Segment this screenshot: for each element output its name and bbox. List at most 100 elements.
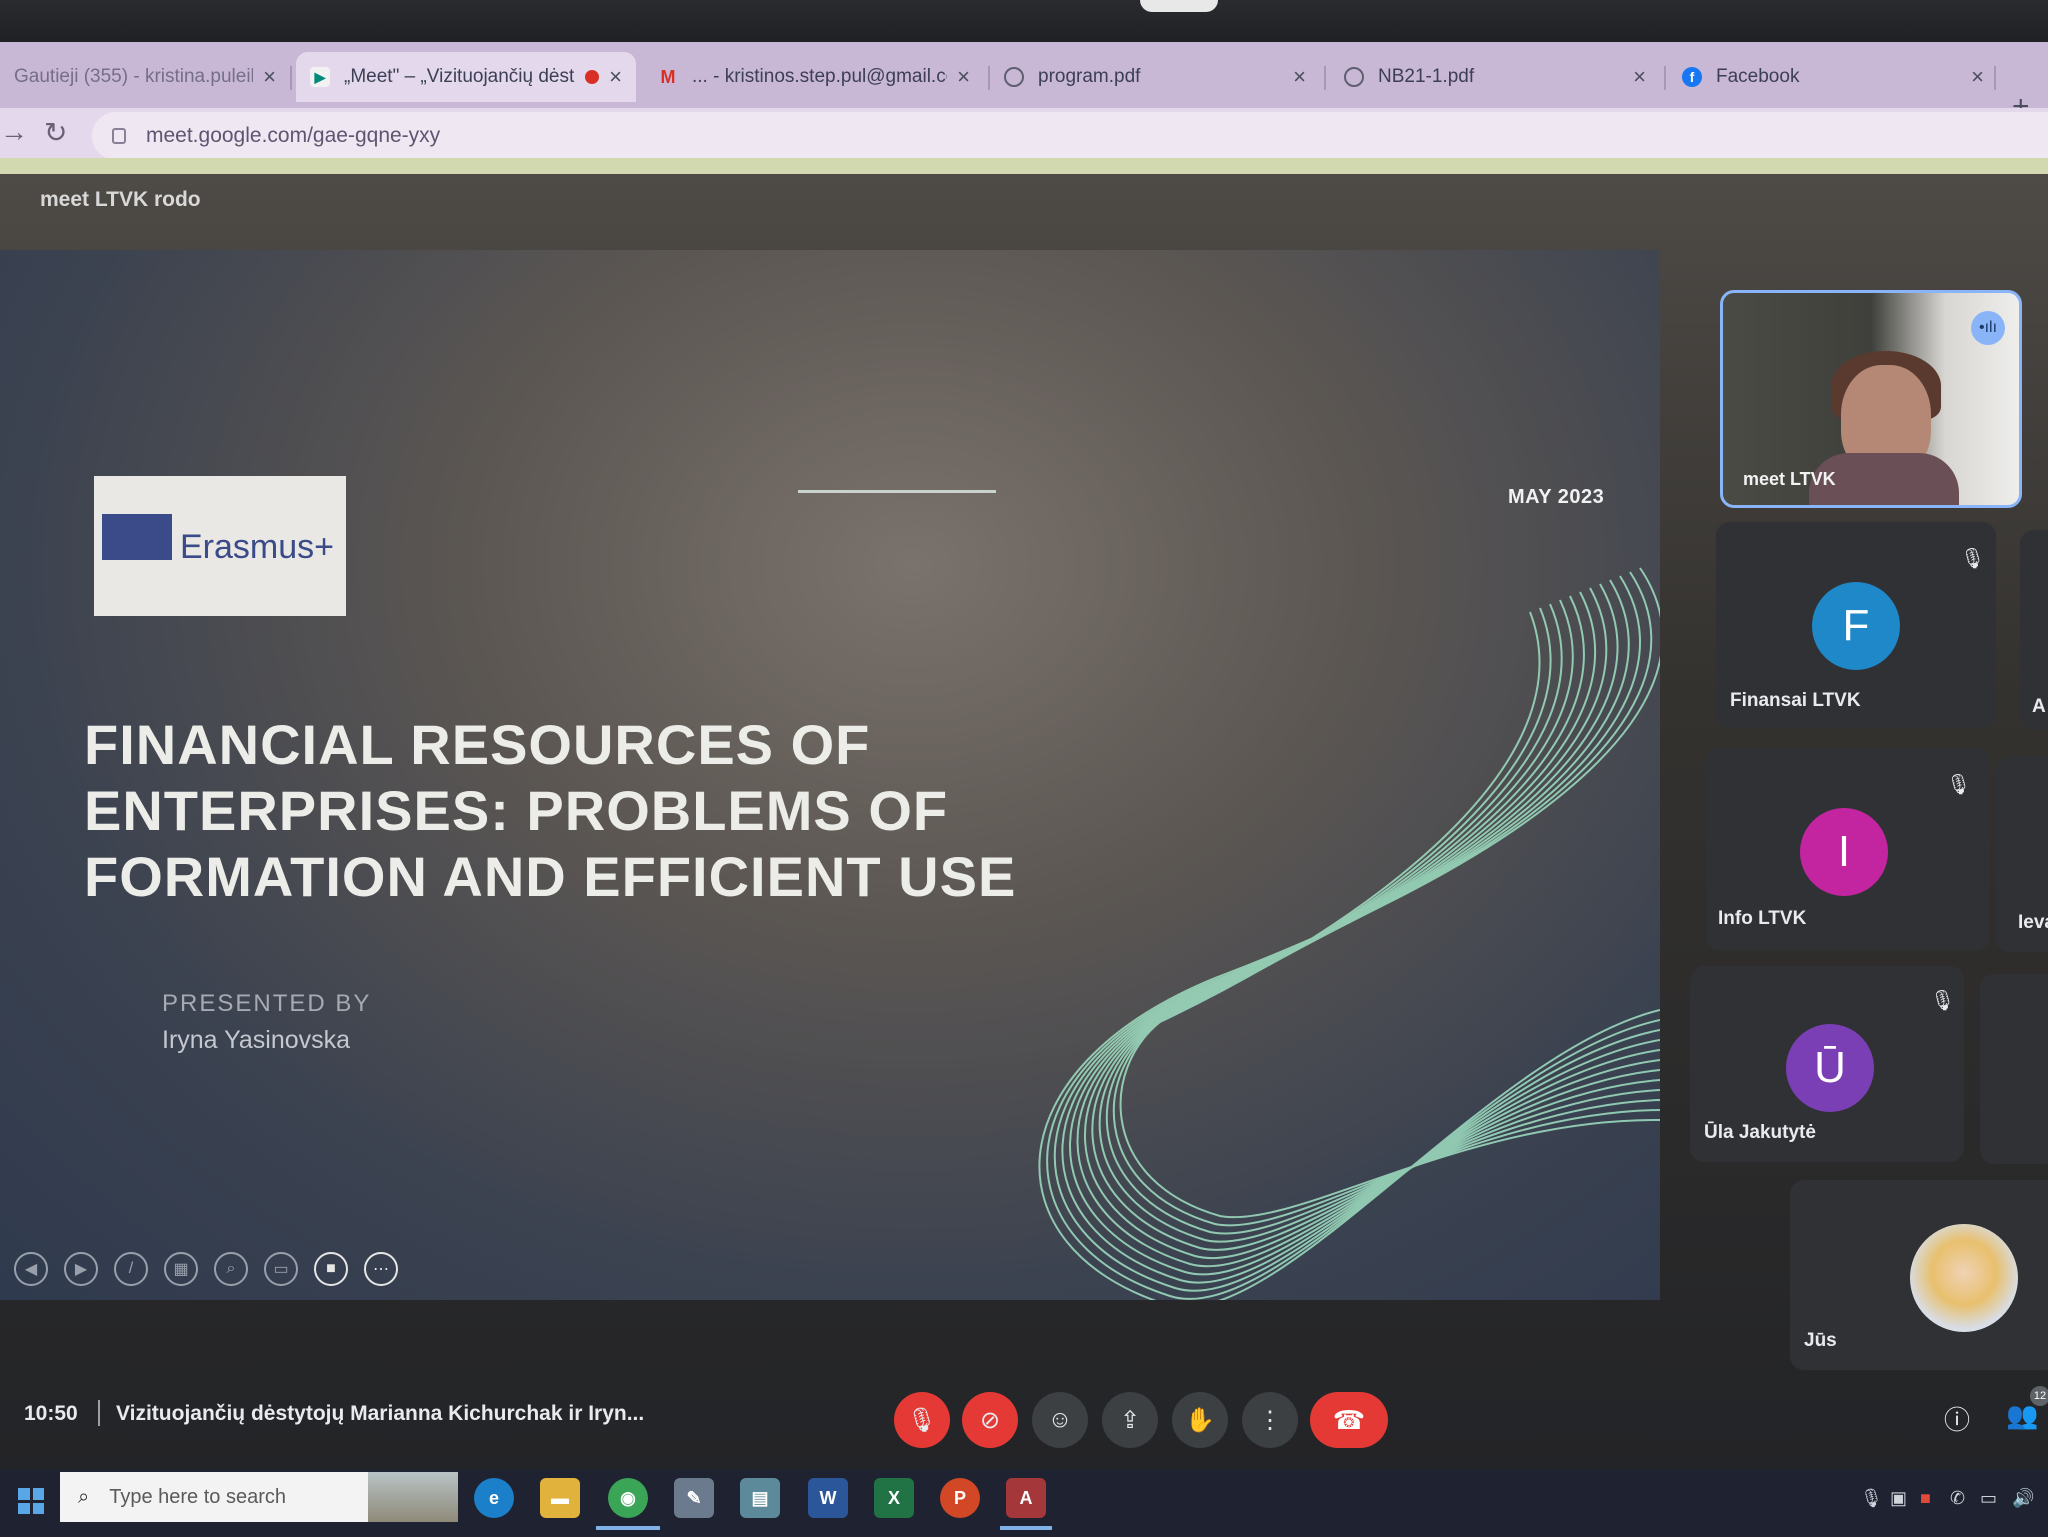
more-options-button[interactable]: ⋮ [1242,1392,1298,1448]
tab-facebook[interactable]: f Facebook × [1668,52,1998,102]
tab-label: Facebook [1716,66,1800,87]
mic-off-icon: 🎙 [1960,548,1986,570]
participant-name: A [2032,696,2046,717]
address-bar[interactable]: meet.google.com/gae-gqne-yxy [92,112,2048,160]
participant-tile-partial[interactable] [1980,974,2048,1164]
camera-icon[interactable]: ■ [314,1252,348,1286]
participant-tile-partial[interactable]: Ieva [1996,756,2048,952]
gmail-icon: M [660,66,676,87]
tab-meet[interactable]: ▶ „Meet" – „Vizituojančių dėst × [296,52,636,102]
present-screen-button[interactable]: ⇪ [1102,1392,1158,1448]
previous-slide-icon[interactable]: ◀ [14,1252,48,1286]
mic-off-icon: 🎙 [906,1406,938,1434]
next-slide-icon[interactable]: ▶ [64,1252,98,1286]
recording-dot-icon [585,70,600,84]
tab-program-pdf[interactable]: program.pdf × [990,52,1320,102]
windows-start-icon[interactable] [18,1488,44,1514]
slide-divider-line [798,490,996,493]
presented-by-label: PRESENTED BY [162,990,372,1017]
tab-separator [1994,66,1996,90]
active-app-indicator [1000,1526,1052,1530]
eu-flag-icon [102,514,172,560]
avatar: I [1800,808,1888,896]
self-avatar-photo [1910,1224,2018,1332]
screen-bezel [0,0,2048,42]
tab-gmail-inbox[interactable]: Gautieji (355) - kristina.puleikien × [0,52,290,102]
raise-hand-button[interactable]: ✋ [1172,1392,1228,1448]
erasmus-wordmark: Erasmus+ [180,528,334,566]
presenting-label: meet LTVK rodo [40,188,201,211]
reload-icon[interactable]: ↻ [44,116,67,149]
close-icon[interactable]: × [1633,64,1646,90]
forward-icon[interactable]: → [0,116,28,148]
zoom-icon[interactable]: ⌕ [214,1252,248,1286]
chrome-icon[interactable]: ◉ [608,1478,648,1518]
tab-label: Gautieji (355) - kristina.puleikien [14,66,253,87]
more-vertical-icon: ⋮ [1258,1406,1282,1434]
mic-off-button[interactable]: 🎙 [894,1392,950,1448]
active-app-indicator [596,1526,660,1530]
meeting-title: Vizituojančių dėstytojų Marianna Kichurc… [116,1402,645,1425]
participant-name: Ieva [2018,912,2048,933]
participant-name: meet LTVK [1743,469,1836,489]
tab-nb21-pdf[interactable]: NB21-1.pdf × [1330,52,1660,102]
taskbar-search[interactable]: ⌕ Type here to search [60,1472,458,1522]
participant-tile[interactable]: 🎙 Ū Ūla Jakutytė [1690,966,1964,1162]
slide-date: MAY 2023 [1508,486,1605,508]
hand-icon: ✋ [1185,1406,1215,1434]
close-icon[interactable]: × [1293,64,1306,90]
powerpoint-icon[interactable]: P [940,1478,980,1518]
participant-tile-video[interactable]: meet LTVK •ılı [1720,290,2022,508]
avatar: F [1812,582,1900,670]
emoji-reactions-button[interactable]: ☺ [1032,1392,1088,1448]
bar-separator [98,1400,100,1426]
participant-tile[interactable]: 🎙 I Info LTVK [1706,748,1990,950]
mic-off-icon: 🎙 [1930,990,1956,1012]
subtitles-icon[interactable]: ▭ [264,1252,298,1286]
smiley-icon: ☺ [1047,1406,1073,1433]
access-icon[interactable]: A [1006,1478,1046,1518]
display-tray-icon[interactable]: ▭ [1980,1488,1997,1509]
pen-icon[interactable]: / [114,1252,148,1286]
participant-name: Jūs [1804,1330,1837,1351]
slide-title: FINANCIAL RESOURCES OF ENTERPRISES: PROB… [84,712,1034,910]
file-explorer-icon[interactable]: ▬ [540,1478,580,1518]
edge-icon[interactable]: e [474,1478,514,1518]
participant-name: Ūla Jakutytė [1704,1122,1816,1143]
phone-hangup-icon: ☎ [1332,1404,1366,1435]
microphone-tray-icon[interactable]: 🎙 [1860,1488,1883,1509]
globe-icon [1344,67,1364,87]
tab-label: program.pdf [1038,66,1141,87]
volume-icon[interactable]: 🔊 [2012,1488,2034,1509]
recording-tray-icon[interactable]: ■ [1920,1488,1931,1509]
people-icon[interactable]: 👥 [2006,1400,2038,1431]
meeting-details-icon[interactable]: ⓘ [1944,1400,1970,1437]
participant-tile-partial[interactable]: A [2020,530,2048,730]
tab-separator [1324,66,1326,90]
participant-name: Info LTVK [1718,908,1807,929]
meeting-clock: 10:50 [24,1402,78,1425]
speaking-indicator-icon: •ılı [1971,311,2005,345]
excel-icon[interactable]: X [874,1478,914,1518]
close-icon[interactable]: × [1971,64,1984,90]
notes-icon[interactable]: ▤ [740,1478,780,1518]
more-options-icon[interactable]: ⋯ [364,1252,398,1286]
close-icon[interactable]: × [609,64,622,90]
close-icon[interactable]: × [957,64,970,90]
close-icon[interactable]: × [263,64,276,90]
paint-icon[interactable]: ✎ [674,1478,714,1518]
tab-label: „Meet" – „Vizituojančių dėst [344,66,575,87]
tab-separator [290,66,292,90]
leave-call-button[interactable]: ☎ [1310,1392,1388,1448]
tab-label: NB21-1.pdf [1378,66,1475,87]
word-icon[interactable]: W [808,1478,848,1518]
present-icon: ⇪ [1119,1406,1141,1434]
slides-grid-icon[interactable]: ▦ [164,1252,198,1286]
participant-tile-self[interactable]: Jūs [1790,1180,2048,1370]
camera-off-button[interactable]: ⊘ [962,1392,1018,1448]
participant-tile[interactable]: 🎙 F Finansai LTVK [1716,522,1996,728]
globe-icon [1004,67,1024,87]
tab-gmail[interactable]: M ... - kristinos.step.pul@gmail.con × [644,52,984,102]
network-tray-icon[interactable]: ✆ [1950,1488,1965,1509]
app-tray-icon[interactable]: ▣ [1890,1488,1907,1509]
